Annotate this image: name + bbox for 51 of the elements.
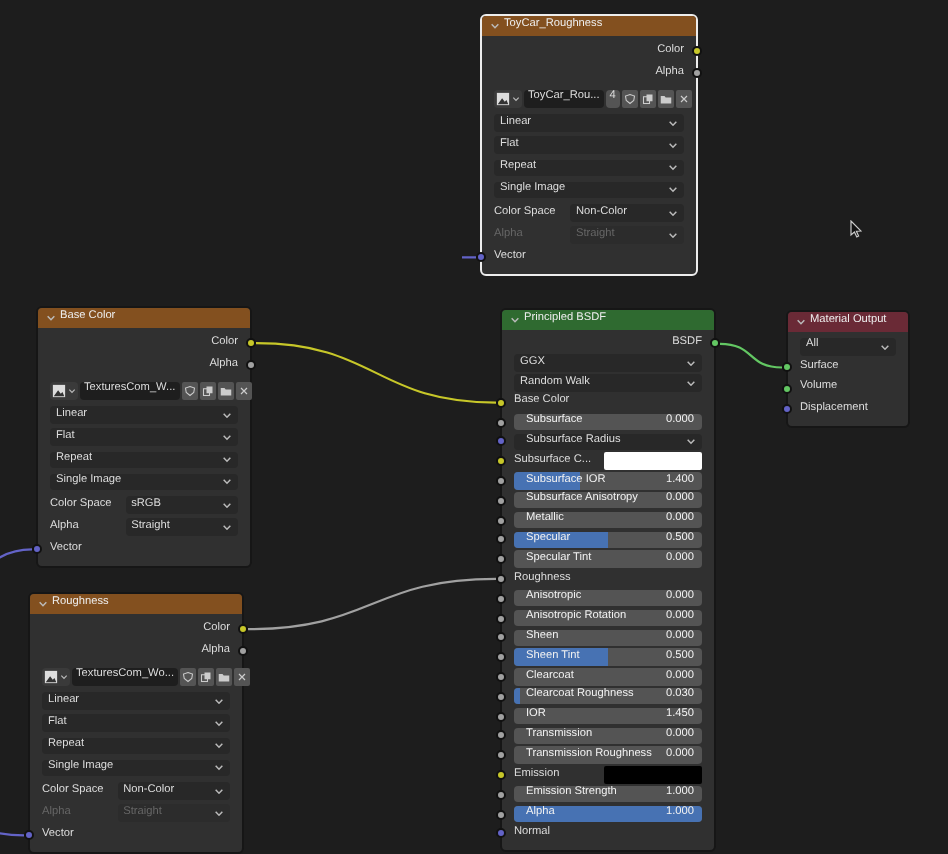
chevron-icon: [668, 119, 678, 127]
chevron-icon: [222, 411, 232, 419]
copy-icon[interactable]: [199, 381, 216, 400]
chevron-icon: [668, 142, 678, 149]
chevron-icon: [510, 316, 520, 324]
color-swatch[interactable]: [604, 452, 702, 470]
node-link: [462, 256, 476, 259]
chevron-icon: [686, 438, 696, 446]
chevron-icon: [214, 742, 224, 750]
chevron-icon: [668, 186, 678, 194]
chevron-icon: [214, 720, 224, 727]
chevron-icon: [46, 314, 56, 322]
chevron-icon: [222, 501, 232, 509]
chevron-icon: [214, 809, 224, 817]
folder-icon[interactable]: [216, 667, 233, 686]
chevron-icon: [222, 434, 232, 441]
copy-icon[interactable]: [639, 89, 656, 108]
node-link: [719, 342, 783, 369]
folder-icon[interactable]: [217, 381, 234, 400]
shield-icon[interactable]: [181, 381, 198, 400]
chevron-icon: [222, 478, 232, 486]
chevron-icon: [490, 22, 500, 30]
chevron-icon: [880, 343, 890, 350]
image-type-button[interactable]: [494, 89, 522, 108]
chevron-icon: [214, 697, 224, 705]
copy-icon[interactable]: [198, 667, 215, 686]
chevron-icon: [668, 209, 678, 217]
chevron-icon: [222, 523, 232, 531]
chevron-icon: [214, 787, 224, 795]
chevron-icon: [686, 379, 696, 387]
chevron-icon: [60, 673, 68, 680]
chevron-icon: [222, 456, 232, 464]
shield-icon[interactable]: [621, 89, 638, 108]
folder-icon[interactable]: [657, 89, 674, 108]
chevron-icon: [38, 600, 48, 608]
close-icon[interactable]: [234, 667, 251, 686]
close-icon[interactable]: [675, 89, 692, 108]
chevron-icon: [68, 387, 76, 394]
chevron-icon: [686, 359, 696, 367]
image-type-button[interactable]: [50, 381, 78, 400]
chevron-icon: [512, 95, 520, 102]
close-icon[interactable]: [235, 381, 252, 400]
chevron-icon: [668, 231, 678, 239]
cursor-icon: [850, 220, 862, 238]
chevron-icon: [796, 318, 806, 326]
shield-icon[interactable]: [180, 667, 197, 686]
socket[interactable]: [710, 338, 720, 349]
image-type-button[interactable]: [42, 667, 70, 686]
color-swatch[interactable]: [604, 766, 702, 784]
chevron-icon: [214, 764, 224, 772]
chevron-icon: [668, 164, 678, 172]
